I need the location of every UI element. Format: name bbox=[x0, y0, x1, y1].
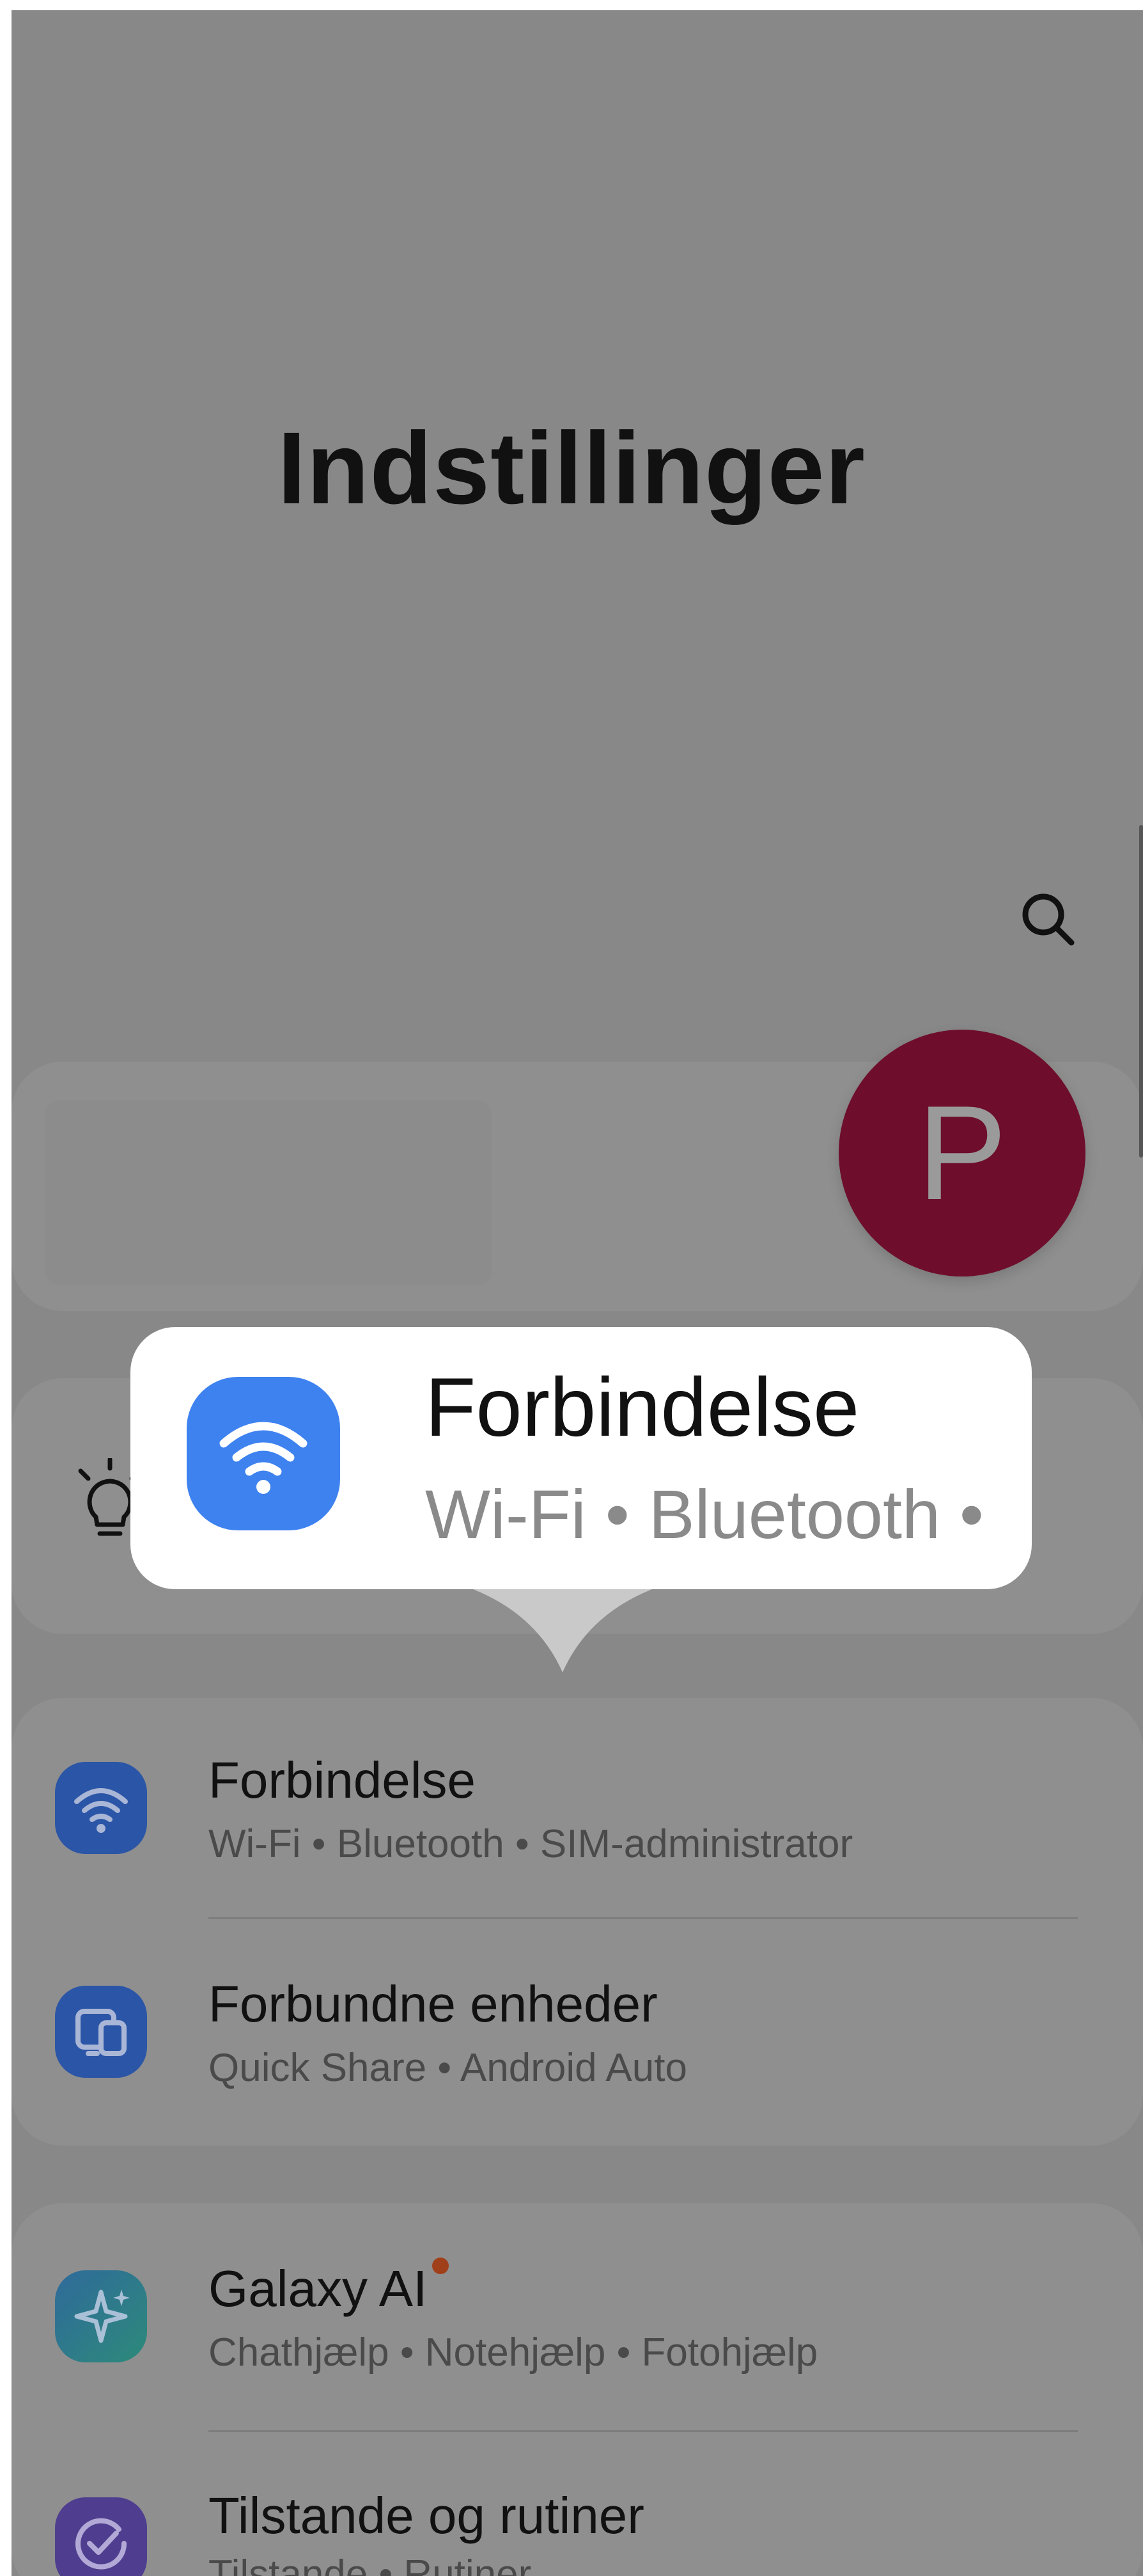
search-button[interactable] bbox=[1010, 883, 1087, 959]
settings-item-title: Forbundne enheder bbox=[208, 1975, 658, 2032]
divider bbox=[208, 1917, 1078, 1919]
profile-info bbox=[45, 1100, 492, 1285]
settings-item-subtitle: Chathjælp • Notehjælp • Fotohjælp bbox=[208, 2330, 818, 2375]
devices-icon bbox=[55, 1986, 147, 2078]
sparkle-icon bbox=[55, 2270, 147, 2362]
settings-item-subtitle: Quick Share • Android Auto bbox=[208, 2046, 687, 2090]
settings-item-subtitle: Tilstande • Rutiner bbox=[208, 2552, 532, 2576]
check-circle-icon bbox=[55, 2497, 147, 2576]
tooltip-tail bbox=[473, 1589, 652, 1672]
new-badge bbox=[432, 2258, 449, 2274]
screen-border-top bbox=[0, 0, 1143, 10]
settings-item-title: Forbindelse bbox=[208, 1752, 476, 1809]
page-title: Indstillinger bbox=[277, 411, 866, 525]
avatar[interactable]: P bbox=[839, 1030, 1085, 1276]
settings-screen: Indstillinger P Forbindelse Wi-Fi • Blue… bbox=[0, 0, 1143, 2576]
scrollbar[interactable] bbox=[1139, 825, 1143, 1158]
tooltip-title: Forbindelse bbox=[425, 1360, 860, 1454]
divider bbox=[208, 2430, 1078, 2432]
wifi-icon bbox=[187, 1377, 340, 1530]
search-icon bbox=[1022, 893, 1075, 946]
settings-item-title-text: Galaxy AI bbox=[208, 2260, 428, 2317]
wifi-icon bbox=[55, 1762, 147, 1854]
settings-item-subtitle: Wi-Fi • Bluetooth • SIM-administrator bbox=[208, 1822, 853, 1866]
tooltip-subtitle: Wi-Fi • Bluetooth • bbox=[425, 1475, 984, 1553]
settings-item-title: Galaxy AI bbox=[208, 2258, 449, 2318]
settings-item-title: Tilstande og rutiner bbox=[208, 2487, 644, 2544]
screen-border-left bbox=[0, 0, 12, 2576]
